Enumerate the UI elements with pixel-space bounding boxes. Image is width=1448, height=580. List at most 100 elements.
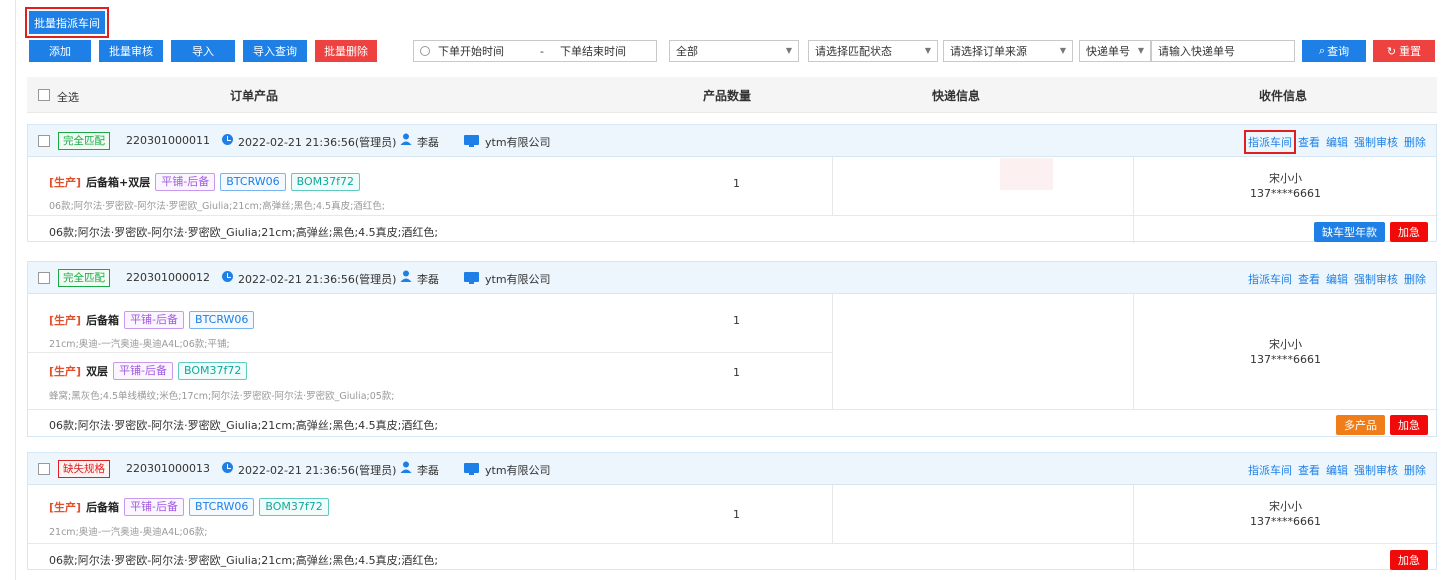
- match-status-badge: 完全匹配: [58, 269, 110, 287]
- missing-model-year-badge: 缺车型年款: [1314, 222, 1385, 242]
- edit-link[interactable]: 编辑: [1326, 462, 1348, 478]
- product-tag: BOM37f72: [290, 173, 361, 191]
- order-time: 2022-02-21 21:36:56(管理员): [238, 464, 397, 477]
- edit-link[interactable]: 编辑: [1326, 134, 1348, 150]
- receiver-info: 宋小小 137****6661: [1133, 499, 1438, 529]
- order-user: 李磊: [417, 136, 439, 149]
- monitor-icon: [464, 135, 479, 147]
- order-number: 220301000013: [126, 462, 210, 475]
- urgent-badge: 加急: [1390, 222, 1428, 242]
- product-divider: [28, 352, 832, 353]
- order-source-placeholder: 请选择订单来源: [950, 45, 1027, 58]
- match-status-badge: 缺失规格: [58, 460, 110, 478]
- query-button[interactable]: ⌕ 查询: [1302, 40, 1366, 62]
- col-divider: [832, 485, 833, 543]
- table-header: 全选 订单产品 产品数量 快递信息 收件信息: [27, 77, 1437, 113]
- date-end-placeholder: 下单结束时间: [560, 45, 626, 58]
- chevron-down-icon: ▼: [924, 46, 931, 55]
- product-qty: 1: [733, 314, 740, 327]
- order-source-select[interactable]: 请选择订单来源 ▼: [943, 40, 1073, 62]
- receiver-name: 宋小小: [1269, 500, 1302, 513]
- add-button[interactable]: 添加: [29, 40, 91, 62]
- multi-product-badge: 多产品: [1336, 415, 1385, 435]
- express-type-select[interactable]: 快递单号 ▼: [1079, 40, 1151, 62]
- receiver-info: 宋小小 137****6661: [1133, 171, 1438, 201]
- chevron-down-icon: ▼: [1059, 46, 1066, 55]
- order-time: 2022-02-21 21:36:56(管理员): [238, 136, 397, 149]
- product-name: 后备箱: [86, 501, 120, 514]
- match-status-select[interactable]: 请选择匹配状态 ▼: [808, 40, 938, 62]
- product-name: 后备箱+双层: [86, 176, 151, 189]
- clock-icon: [222, 462, 233, 473]
- product-line: [生产] 后备箱 平铺-后备 BTCRW06 BOM37f72: [49, 498, 329, 516]
- batch-delete-button[interactable]: 批量删除: [315, 40, 377, 62]
- order-user: 李磊: [417, 273, 439, 286]
- product-qty: 1: [733, 508, 740, 521]
- delete-link[interactable]: 删除: [1404, 271, 1426, 287]
- col-divider: [832, 294, 833, 409]
- select-all-label: 全选: [57, 91, 79, 104]
- chevron-down-icon: ▼: [1137, 46, 1144, 55]
- assign-workshop-link[interactable]: 指派车间: [1248, 462, 1292, 478]
- assign-workshop-link[interactable]: 指派车间: [1248, 271, 1292, 287]
- batch-assign-workshop-button[interactable]: 批量指派车间: [29, 11, 105, 34]
- order-actions: 指派车间 查看 编辑 强制审核 删除: [1248, 271, 1426, 287]
- date-separator: -: [540, 44, 544, 58]
- clock-icon: [420, 46, 430, 56]
- edit-link[interactable]: 编辑: [1326, 271, 1348, 287]
- product-tag: BTCRW06: [189, 311, 255, 329]
- import-button[interactable]: 导入: [171, 40, 235, 62]
- order-card: 缺失规格 220301000013 2022-02-21 21:36:56(管理…: [27, 452, 1438, 571]
- user-icon: [400, 133, 412, 145]
- row-divider: [28, 409, 1438, 410]
- product-name: 双层: [86, 365, 109, 378]
- view-link[interactable]: 查看: [1298, 271, 1320, 287]
- order-checkbox[interactable]: [38, 272, 50, 284]
- date-start-placeholder: 下单开始时间: [438, 45, 504, 58]
- col-divider: [1133, 543, 1134, 571]
- product-qty: 1: [733, 177, 740, 190]
- batch-review-button[interactable]: 批量审核: [99, 40, 163, 62]
- assign-workshop-link[interactable]: 指派车间: [1244, 130, 1296, 154]
- chevron-down-icon: ▼: [785, 46, 792, 55]
- force-review-link[interactable]: 强制审核: [1354, 271, 1398, 287]
- product-qty: 1: [733, 366, 740, 379]
- delete-link[interactable]: 删除: [1404, 134, 1426, 150]
- order-number: 220301000012: [126, 271, 210, 284]
- product-tag: BOM37f72: [259, 498, 329, 516]
- order-date-range-input[interactable]: 下单开始时间 - 下单结束时间: [413, 40, 657, 62]
- force-review-link[interactable]: 强制审核: [1354, 462, 1398, 478]
- batch-assign-highlight: 批量指派车间: [25, 7, 109, 38]
- force-review-link[interactable]: 强制审核: [1354, 134, 1398, 150]
- express-number-input[interactable]: 请输入快递单号: [1151, 40, 1295, 62]
- order-number: 220301000011: [126, 134, 210, 147]
- order-checkbox[interactable]: [38, 135, 50, 147]
- select-all-checkbox[interactable]: [38, 89, 50, 101]
- urgent-badge: 加急: [1390, 415, 1428, 435]
- product-tag: 平铺-后备: [124, 311, 185, 329]
- col-receiver-header: 收件信息: [1259, 89, 1308, 103]
- product-name: 后备箱: [86, 314, 120, 327]
- row-divider: [28, 215, 1438, 216]
- delete-link[interactable]: 删除: [1404, 462, 1426, 478]
- filter-all-select[interactable]: 全部 ▼: [669, 40, 799, 62]
- order-checkbox[interactable]: [38, 463, 50, 475]
- order-card: 完全匹配 220301000012 2022-02-21 21:36:56(管理…: [27, 261, 1438, 437]
- receiver-phone: 137****6661: [1250, 187, 1321, 200]
- order-header: 完全匹配 220301000012 2022-02-21 21:36:56(管理…: [28, 262, 1436, 294]
- search-icon: ⌕: [1318, 44, 1326, 57]
- query-label: 查询: [1327, 45, 1350, 58]
- order-company: ytm有限公司: [485, 464, 551, 477]
- filter-all-value: 全部: [676, 45, 698, 58]
- receiver-info: 宋小小 137****6661: [1133, 337, 1438, 367]
- col-express-header: 快递信息: [932, 89, 981, 103]
- product-line: [生产] 双层 平铺-后备 BOM37f72: [49, 362, 248, 380]
- order-remark: 06款;阿尔法·罗密欧-阿尔法·罗密欧_Giulia;21cm;高弹丝;黑色;4…: [49, 226, 439, 239]
- reset-button[interactable]: ↻ 重置: [1373, 40, 1435, 62]
- view-link[interactable]: 查看: [1298, 134, 1320, 150]
- col-divider: [832, 157, 833, 215]
- product-desc: 06款;阿尔法·罗密欧-阿尔法·罗密欧_Giulia;21cm;高弹丝;黑色;4…: [49, 201, 386, 212]
- import-query-button[interactable]: 导入查询: [243, 40, 307, 62]
- view-link[interactable]: 查看: [1298, 462, 1320, 478]
- product-tag: BOM37f72: [178, 362, 248, 380]
